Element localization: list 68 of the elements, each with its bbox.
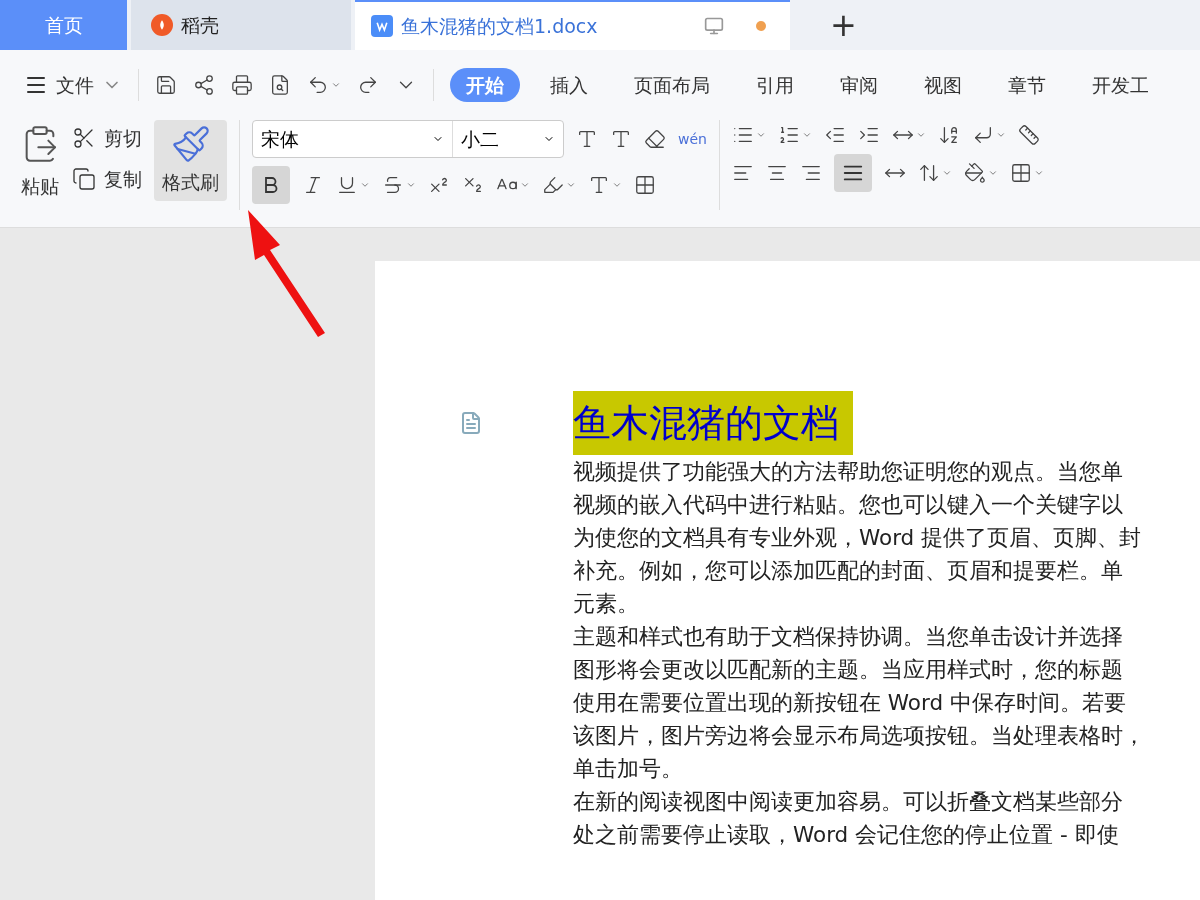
save-icon[interactable] <box>155 74 177 96</box>
undo-icon[interactable] <box>307 74 329 96</box>
paragraph-line: 处之前需要停止读取，Word 会记住您的停止位置 - 即使 <box>573 821 1120 849</box>
ribbon-tab[interactable]: 页面布局 <box>618 67 726 103</box>
word-doc-icon <box>371 15 393 37</box>
font-color-icon[interactable] <box>588 174 610 196</box>
format-painter-button[interactable]: 格式刷 <box>154 120 227 201</box>
paragraph-line: 在新的阅读视图中阅读更加容易。可以折叠文档某些部分 <box>573 788 1124 816</box>
copy-icon <box>72 166 96 191</box>
caret-icon[interactable] <box>612 180 622 190</box>
paragraph-line: 图形将会更改以匹配新的主题。当应用样式时，您的标题 <box>573 656 1124 684</box>
paragraph-line: 视频提供了功能强大的方法帮助您证明您的观点。当您单 <box>573 458 1124 486</box>
paragraph-line: 单击加号。 <box>573 755 684 783</box>
caret-icon[interactable] <box>995 130 1006 140</box>
paragraph-line: 元素。 <box>573 590 640 618</box>
caret-icon[interactable] <box>941 168 952 178</box>
monitor-icon[interactable] <box>704 16 724 36</box>
document-tab[interactable]: 稻壳 <box>131 0 351 50</box>
ribbon-tab[interactable]: 章节 <box>992 67 1062 103</box>
caret-icon[interactable] <box>801 130 812 140</box>
justify-button[interactable] <box>833 154 872 192</box>
flame-logo-icon <box>151 14 173 36</box>
paragraph-line: 该图片，图片旁边将会显示布局选项按钮。当处理表格时， <box>573 722 1146 750</box>
highlighter-icon[interactable] <box>542 174 564 196</box>
copy-button[interactable]: 复制 <box>72 164 142 193</box>
paragraph-line: 主题和样式也有助于文档保持协调。当您单击设计并选择 <box>573 623 1124 651</box>
paragraph-line: 使用在需要位置出现的新按钮在 Word 中保存时间。若要 <box>573 689 1127 717</box>
ribbon-tab[interactable]: 视图 <box>908 67 978 103</box>
caret-icon[interactable] <box>520 180 530 190</box>
caret-icon[interactable] <box>915 130 926 140</box>
print-icon[interactable] <box>231 74 253 96</box>
tab-label: 稻壳 <box>181 12 219 38</box>
tab-label: 首页 <box>44 12 83 38</box>
ruler-icon[interactable] <box>1017 124 1040 146</box>
document-tab[interactable]: 鱼木混猪的文档1.docx <box>355 0 790 50</box>
bold-button[interactable] <box>252 166 290 204</box>
file-menu-button[interactable]: 文件 <box>24 70 122 100</box>
cut-button[interactable]: 剪切 <box>72 124 142 153</box>
share-icon[interactable] <box>193 74 215 96</box>
document-title: 鱼木混猪的文档 <box>573 391 853 455</box>
sort-icon[interactable] <box>937 124 960 146</box>
caret-icon[interactable] <box>1033 168 1044 178</box>
underline-icon[interactable] <box>336 174 358 196</box>
caret-icon[interactable] <box>360 180 370 190</box>
ribbon-tab[interactable]: 引用 <box>740 67 810 103</box>
paragraph-line: 补充。例如，您可以添加匹配的封面、页眉和提要栏。单 <box>573 557 1124 585</box>
caret-icon[interactable] <box>987 168 998 178</box>
caret-icon[interactable] <box>331 80 341 90</box>
ribbon-tab[interactable]: 审阅 <box>824 67 894 103</box>
fill-icon[interactable] <box>963 162 986 184</box>
phonetic-guide-button[interactable]: wén <box>678 128 707 150</box>
paragraph-line: 为使您的文档具有专业外观，Word 提供了页眉、页脚、封 <box>573 524 1143 552</box>
tab-label: 鱼木混猪的文档1.docx <box>401 13 598 39</box>
ribbon-tab[interactable]: 插入 <box>534 67 604 103</box>
borders-icon[interactable] <box>1009 162 1032 184</box>
eraser-icon[interactable] <box>644 128 666 150</box>
redo-icon[interactable] <box>357 74 379 96</box>
line-spacing-icon[interactable] <box>917 162 940 184</box>
paste-button[interactable]: 粘贴 <box>20 120 60 201</box>
caret-icon[interactable] <box>406 180 416 190</box>
new-tab-button[interactable]: + <box>818 0 869 50</box>
caret-icon[interactable] <box>566 180 576 190</box>
ribbon-tab[interactable]: 开发工 <box>1076 67 1165 103</box>
paragraph-line: 视频的嵌入代码中进行粘贴。您也可以键入一个关键字以 <box>573 491 1124 519</box>
print-preview-icon[interactable] <box>269 74 291 96</box>
brush-icon <box>170 124 211 164</box>
strikethrough-icon[interactable] <box>382 174 404 196</box>
caret-icon[interactable] <box>755 130 766 140</box>
